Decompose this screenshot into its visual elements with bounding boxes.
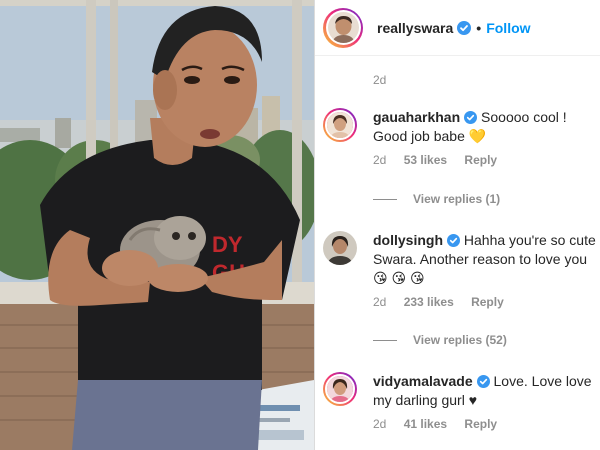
post-photo[interactable]: DY GH <box>0 0 314 450</box>
reply-button[interactable]: Reply <box>471 295 504 309</box>
view-replies-label: View replies (1) <box>413 192 501 206</box>
replies-divider <box>373 339 397 341</box>
commenter-avatar-image <box>323 231 357 265</box>
comment-likes[interactable]: 41 likes <box>404 417 447 431</box>
comment-meta: 2d 233 likes Reply <box>373 295 597 309</box>
post-image: DY GH <box>0 0 314 450</box>
comment-avatar[interactable] <box>323 372 357 406</box>
post-author-username[interactable]: reallyswara <box>377 20 453 36</box>
verified-badge-icon <box>457 20 472 35</box>
comment-likes[interactable]: 53 likes <box>404 153 447 167</box>
profile-avatar-image <box>327 12 359 43</box>
verified-badge-icon <box>447 234 460 247</box>
header-separator: • <box>476 19 482 36</box>
post-header: reallyswara • Follow <box>315 0 600 56</box>
comment-meta: 2d 53 likes Reply <box>373 153 597 167</box>
profile-avatar[interactable] <box>323 7 363 48</box>
comment-username[interactable]: vidyamalavade <box>373 373 473 389</box>
comment-body: dollysingh Hahha you're so cute Swara. A… <box>373 231 597 288</box>
comment-avatar[interactable] <box>323 231 357 265</box>
follow-button[interactable]: Follow <box>486 20 530 36</box>
comment-item: vidyamalavade Love. Love love my darling… <box>323 372 597 431</box>
shirt-print-text-1: DY <box>212 232 243 257</box>
comment-time: 2d <box>373 295 387 309</box>
comment-time: 2d <box>373 417 387 431</box>
view-replies-label: View replies (52) <box>413 333 507 347</box>
view-replies-button[interactable]: View replies (52) <box>373 333 507 347</box>
verified-badge-icon <box>464 111 478 124</box>
comment-item: gauaharkhan Sooooo cool ! Good job babe … <box>323 108 597 167</box>
comment-item: dollysingh Hahha you're so cute Swara. A… <box>323 231 597 309</box>
comment-username[interactable]: dollysingh <box>373 232 443 248</box>
comments-panel: reallyswara • Follow 2d gauaharkhan Sooo… <box>314 0 600 450</box>
commenter-avatar-image <box>327 112 353 138</box>
comment-avatar[interactable] <box>323 108 357 142</box>
reply-button[interactable]: Reply <box>464 153 497 167</box>
comment-username[interactable]: gauaharkhan <box>373 109 460 125</box>
reply-button[interactable]: Reply <box>464 417 497 431</box>
replies-divider <box>373 198 397 200</box>
comment-body: vidyamalavade Love. Love love my darling… <box>373 372 597 410</box>
comment-body: gauaharkhan Sooooo cool ! Good job babe … <box>373 108 597 146</box>
post-timestamp: 2d <box>373 73 387 87</box>
commenter-avatar-image <box>327 376 353 402</box>
view-replies-button[interactable]: View replies (1) <box>373 192 500 206</box>
comment-meta: 2d 41 likes Reply <box>373 417 597 431</box>
verified-badge-icon <box>476 375 490 388</box>
comment-time: 2d <box>373 153 387 167</box>
comment-likes[interactable]: 233 likes <box>404 295 454 309</box>
